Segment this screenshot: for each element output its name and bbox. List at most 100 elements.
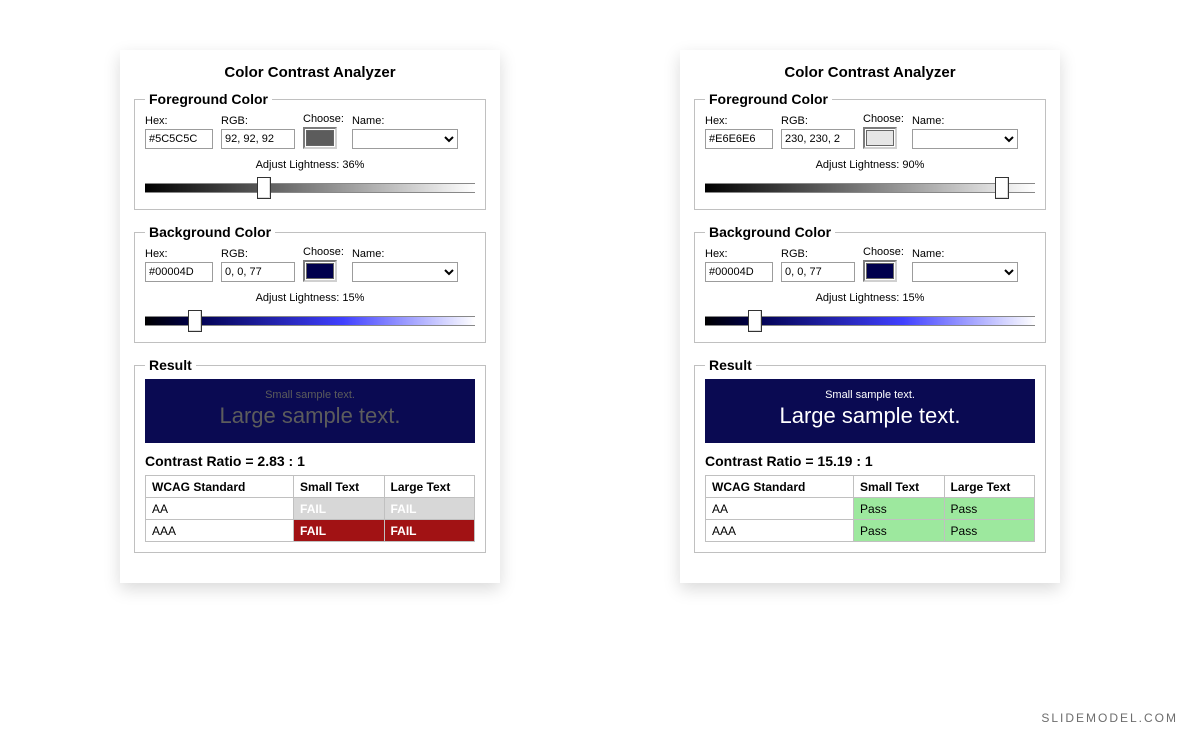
background-color-group: Background ColorHex:RGB:Choose:Name:Adju…: [694, 224, 1046, 343]
sample-large-text: Large sample text.: [713, 403, 1027, 429]
slider-thumb[interactable]: [748, 310, 762, 332]
small-text-result-cell: Pass: [854, 498, 944, 520]
analyzer-panel: Color Contrast Analyzer Foreground Color H…: [120, 50, 500, 583]
name-label: Name:: [352, 248, 458, 260]
standard-cell: AA: [706, 498, 854, 520]
contrast-ratio-line: Contrast Ratio = 15.19 : 1: [705, 453, 1035, 469]
hex-label: Hex:: [145, 115, 213, 127]
result-legend: Result: [145, 357, 196, 373]
color-swatch: [306, 263, 334, 279]
color-picker-button[interactable]: [863, 260, 897, 282]
choose-label: Choose:: [863, 113, 904, 125]
lightness-slider[interactable]: [705, 310, 1035, 332]
contrast-ratio-prefix: Contrast Ratio =: [705, 453, 817, 469]
results-table: WCAG StandardSmall TextLarge TextAAFAILF…: [145, 475, 475, 542]
lightness-value: 36%: [342, 159, 364, 171]
lightness-label-row: Adjust Lightness: 36%: [145, 159, 475, 171]
lightness-label-row: Adjust Lightness: 15%: [145, 292, 475, 304]
table-row: AAFAILFAIL: [146, 498, 475, 520]
adjust-lightness-label: Adjust Lightness:: [816, 159, 900, 171]
color-picker-button[interactable]: [863, 127, 897, 149]
rgb-input[interactable]: [221, 129, 295, 149]
lightness-value: 15%: [902, 292, 924, 304]
foreground-legend: Foreground Color: [145, 91, 272, 107]
color-input-row: Hex:RGB:Choose:Name:: [145, 113, 475, 149]
rgb-input[interactable]: [781, 262, 855, 282]
results-header: Large Text: [944, 476, 1034, 498]
contrast-ratio-value: 2.83 : 1: [257, 453, 304, 469]
results-header: WCAG Standard: [146, 476, 294, 498]
color-picker-button[interactable]: [303, 127, 337, 149]
slider-thumb[interactable]: [995, 177, 1009, 199]
contrast-ratio-line: Contrast Ratio = 2.83 : 1: [145, 453, 475, 469]
hex-label: Hex:: [705, 115, 773, 127]
hex-input[interactable]: [705, 262, 773, 282]
results-header: Small Text: [854, 476, 944, 498]
small-text-result-cell: Pass: [854, 520, 944, 542]
hex-label: Hex:: [705, 248, 773, 260]
background-legend: Background Color: [705, 224, 835, 240]
slider-track: [145, 183, 475, 193]
results-table: WCAG StandardSmall TextLarge TextAAPassP…: [705, 475, 1035, 542]
adjust-lightness-label: Adjust Lightness:: [256, 159, 340, 171]
color-swatch: [866, 130, 894, 146]
background-color-group: Background ColorHex:RGB:Choose:Name:Adju…: [134, 224, 486, 343]
slider-track: [705, 183, 1035, 193]
sample-small-text: Small sample text.: [713, 389, 1027, 401]
lightness-value: 15%: [342, 292, 364, 304]
table-row: AAAPassPass: [706, 520, 1035, 542]
choose-label: Choose:: [303, 246, 344, 258]
color-input-row: Hex:RGB:Choose:Name:: [145, 246, 475, 282]
results-header: WCAG Standard: [706, 476, 854, 498]
watermark-text: SLIDEMODEL.COM: [1041, 711, 1178, 725]
lightness-value: 90%: [902, 159, 924, 171]
foreground-color-group: Foreground ColorHex:RGB:Choose:Name:Adju…: [134, 91, 486, 210]
lightness-slider[interactable]: [145, 310, 475, 332]
standard-cell: AA: [146, 498, 294, 520]
color-picker-button[interactable]: [303, 260, 337, 282]
choose-label: Choose:: [863, 246, 904, 258]
results-header: Large Text: [384, 476, 474, 498]
lightness-slider[interactable]: [705, 177, 1035, 199]
choose-label: Choose:: [303, 113, 344, 125]
hex-input[interactable]: [145, 262, 213, 282]
standard-cell: AAA: [706, 520, 854, 542]
slider-thumb[interactable]: [188, 310, 202, 332]
sample-preview: Small sample text. Large sample text.: [705, 379, 1035, 443]
small-text-result-cell: FAIL: [294, 498, 384, 520]
large-text-result-cell: FAIL: [384, 498, 474, 520]
background-legend: Background Color: [145, 224, 275, 240]
sample-preview: Small sample text. Large sample text.: [145, 379, 475, 443]
page-title: Color Contrast Analyzer: [134, 64, 486, 81]
slider-thumb[interactable]: [257, 177, 271, 199]
color-input-row: Hex: RGB: Choose: Name:: [705, 246, 1035, 282]
standard-cell: AAA: [146, 520, 294, 542]
name-label: Name:: [912, 115, 1018, 127]
color-name-select[interactable]: [912, 262, 1018, 282]
contrast-ratio-prefix: Contrast Ratio =: [145, 453, 257, 469]
result-legend: Result: [705, 357, 756, 373]
foreground-color-group: Foreground ColorHex:RGB:Choose:Name:Adju…: [694, 91, 1046, 210]
results-header: Small Text: [294, 476, 384, 498]
small-text-result-cell: FAIL: [294, 520, 384, 542]
rgb-label: RGB:: [781, 248, 855, 260]
hex-input[interactable]: [705, 129, 773, 149]
color-name-select[interactable]: [912, 129, 1018, 149]
sample-small-text: Small sample text.: [153, 389, 467, 401]
result-group: Result Small sample text. Large sample tex…: [694, 357, 1046, 553]
lightness-label-row: Adjust Lightness: 90%: [705, 159, 1035, 171]
rgb-label: RGB:: [221, 115, 295, 127]
large-text-result-cell: Pass: [944, 520, 1034, 542]
analyzer-panel: Color Contrast AnalyzerForeground ColorH…: [680, 50, 1060, 583]
adjust-lightness-label: Adjust Lightness:: [256, 292, 340, 304]
rgb-label: RGB:: [221, 248, 295, 260]
color-name-select[interactable]: [352, 129, 458, 149]
sample-large-text: Large sample text.: [153, 403, 467, 429]
lightness-slider[interactable]: [145, 177, 475, 199]
name-label: Name:: [912, 248, 1018, 260]
color-name-select[interactable]: [352, 262, 458, 282]
rgb-input[interactable]: [781, 129, 855, 149]
rgb-input[interactable]: [221, 262, 295, 282]
rgb-label: RGB:: [781, 115, 855, 127]
hex-input[interactable]: [145, 129, 213, 149]
